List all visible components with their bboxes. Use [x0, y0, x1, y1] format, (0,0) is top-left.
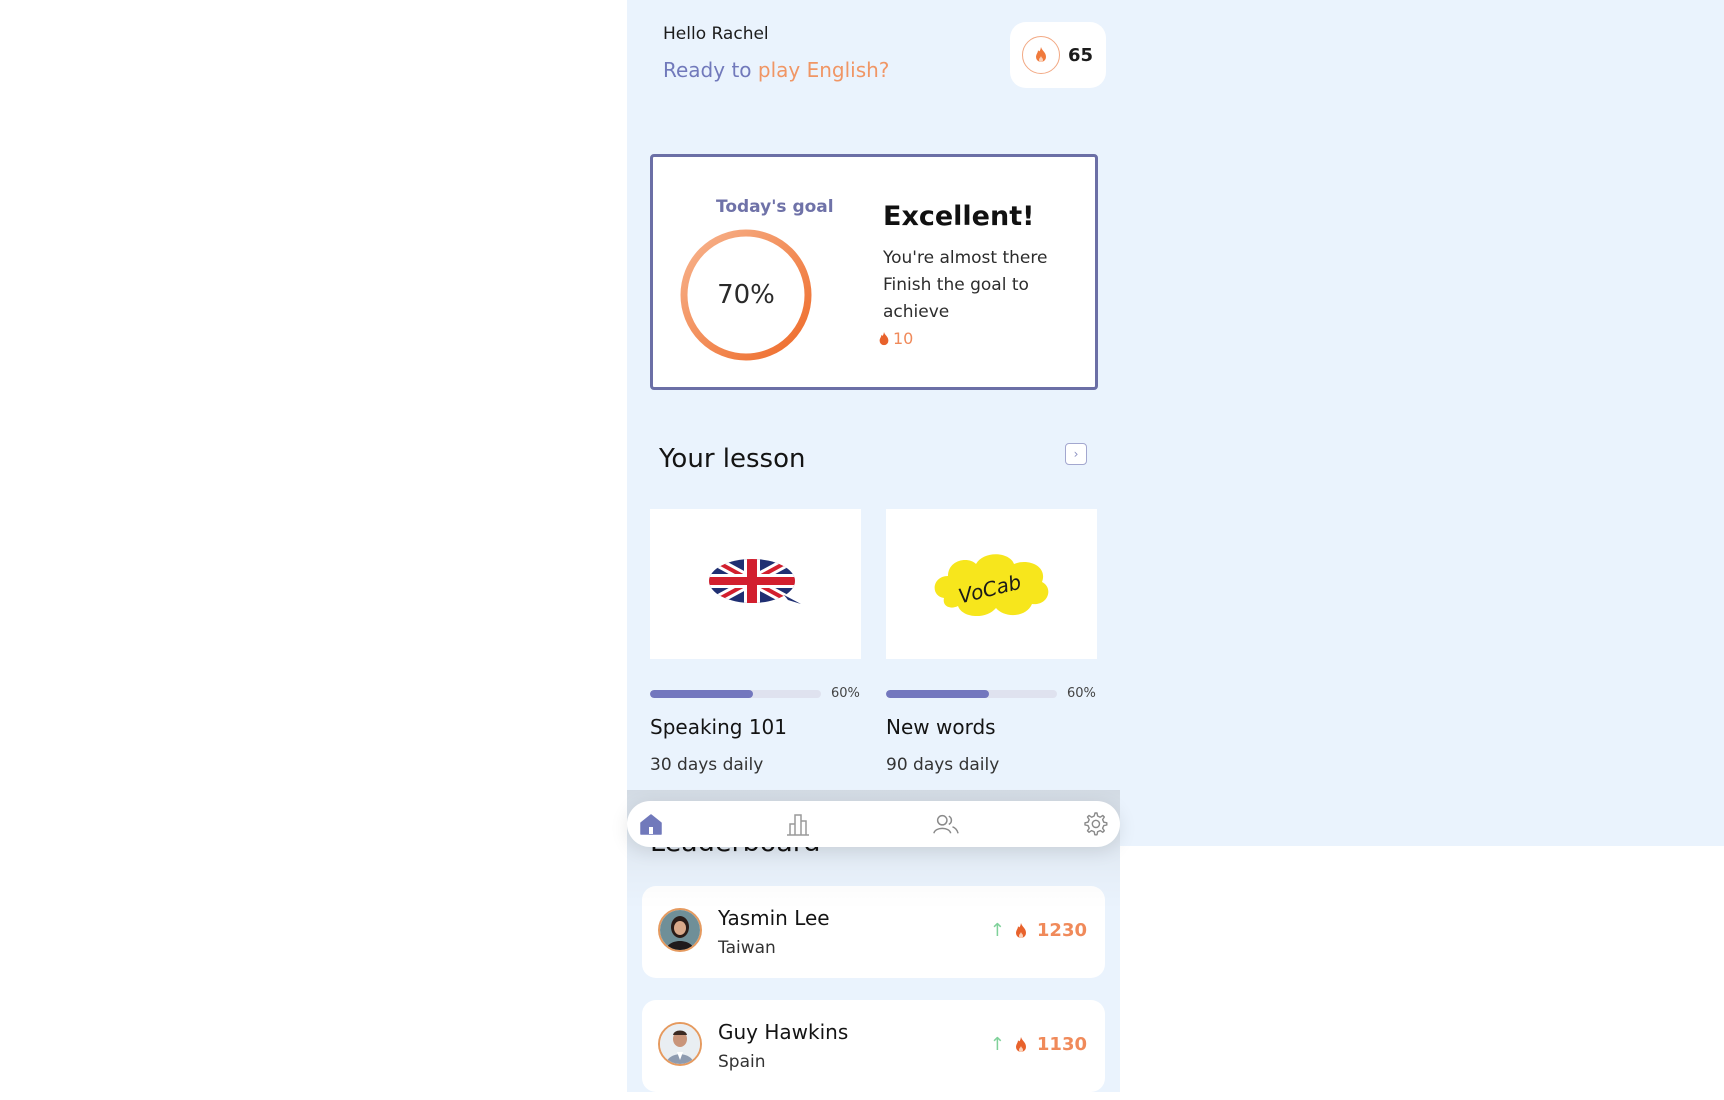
lesson-name: New words: [886, 715, 996, 739]
lesson-schedule: 90 days daily: [886, 755, 1000, 775]
background-panel: [1120, 0, 1724, 846]
goal-percent: 70%: [717, 280, 775, 310]
progress-track: [650, 689, 821, 698]
trend-up-icon: ↑: [989, 920, 1005, 941]
leaderboard-entry[interactable]: Guy Hawkins Spain ↑ 1130: [642, 1000, 1105, 1092]
greeting-hello: Hello Rachel: [663, 24, 769, 44]
progress-percent: 60%: [831, 686, 860, 701]
lesson-progress: 60%: [886, 686, 1097, 701]
goal-reward: 10: [877, 329, 913, 348]
streak-count: 65: [1068, 44, 1094, 66]
lesson-schedule: 30 days daily: [650, 755, 764, 775]
stats-icon: [787, 814, 809, 836]
goal-reward-value: 10: [893, 329, 914, 348]
lessons-more-button[interactable]: ›: [1065, 443, 1087, 465]
vocab-cloud-icon: VoCab: [934, 554, 1048, 617]
progress-fill: [650, 689, 753, 698]
todays-goal-card[interactable]: Today's goal 70% Excellent! You're almos…: [650, 154, 1098, 390]
progress-track: [886, 689, 1057, 698]
uk-flag-icon: [708, 559, 801, 604]
player-country: Spain: [718, 1052, 766, 1072]
goal-description: You're almost there Finish the goal to a…: [883, 248, 1048, 322]
lesson-progress: 60%: [650, 686, 861, 701]
goal-title: Excellent!: [883, 201, 1035, 232]
player-name: Yasmin Lee: [718, 906, 830, 930]
player-country: Taiwan: [718, 938, 776, 958]
nav-home[interactable]: [638, 811, 664, 837]
lessons-heading: Your lesson: [659, 444, 806, 474]
progress-percent: 60%: [1067, 686, 1096, 701]
home-screen: Hello Rachel Ready to play English? 65 T…: [627, 0, 1120, 1092]
flame-icon: [1022, 36, 1060, 74]
lesson-card-new-words[interactable]: VoCab 60% New words 90 days daily: [886, 509, 1097, 775]
greeting-prompt: Ready to play English?: [663, 58, 889, 82]
avatar: [658, 908, 702, 952]
users-icon: [933, 814, 959, 834]
player-points: 1230: [1036, 920, 1087, 941]
greeting-prompt-prefix: Ready to: [663, 58, 752, 82]
bottom-nav: [627, 801, 1120, 847]
lesson-card-speaking[interactable]: 60% Speaking 101 30 days daily: [650, 509, 861, 775]
player-name: Guy Hawkins: [718, 1020, 849, 1044]
player-score: ↑ 1130: [990, 1034, 1087, 1055]
trend-up-icon: ↑: [989, 1034, 1005, 1055]
flame-icon: [879, 331, 889, 345]
player-score: ↑ 1230: [990, 920, 1087, 941]
gear-icon: [1084, 812, 1108, 836]
home-icon: [640, 814, 662, 835]
nav-stats[interactable]: [785, 811, 811, 837]
flame-icon: [1015, 1036, 1026, 1052]
chevron-right-icon: ›: [1073, 447, 1079, 461]
leaderboard-entry[interactable]: Yasmin Lee Taiwan ↑ 1230: [642, 886, 1105, 978]
nav-friends[interactable]: [933, 811, 959, 837]
flame-icon: [1015, 922, 1026, 938]
player-points: 1130: [1036, 1034, 1087, 1055]
lesson-thumbnail: VoCab: [886, 509, 1097, 659]
goal-label: Today's goal: [716, 197, 834, 217]
greeting-prompt-accent: play English?: [757, 58, 890, 82]
lesson-name: Speaking 101: [650, 715, 787, 739]
streak-badge[interactable]: 65: [1010, 22, 1106, 88]
progress-fill: [886, 689, 989, 698]
avatar: [658, 1022, 702, 1066]
nav-settings[interactable]: [1082, 811, 1108, 837]
lesson-thumbnail: [650, 509, 861, 659]
